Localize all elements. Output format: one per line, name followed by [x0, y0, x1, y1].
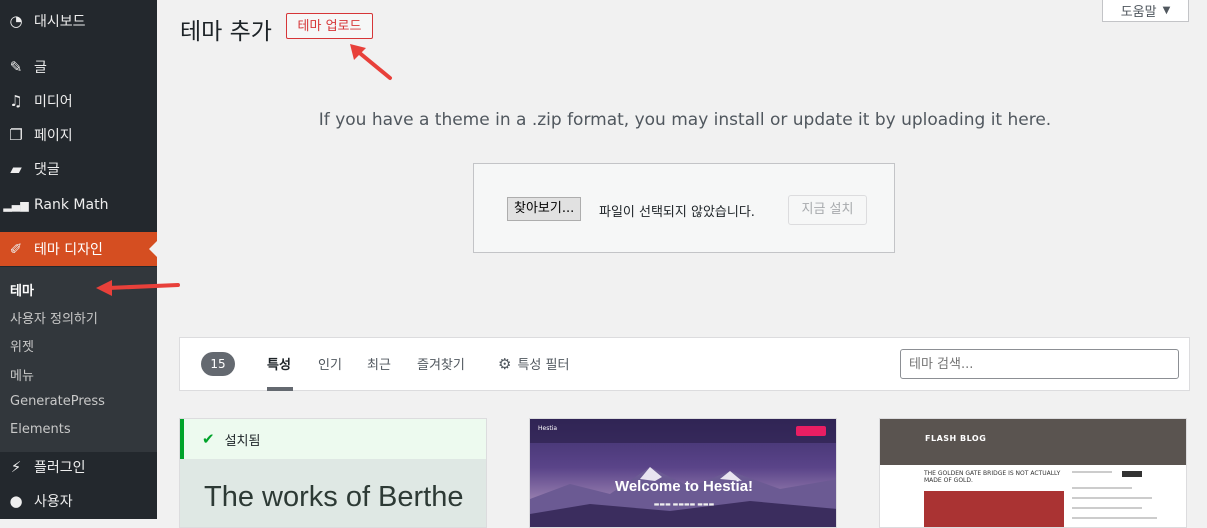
sidebar-item-pages[interactable]: ❐ 페이지: [0, 118, 157, 152]
submenu-item-menus[interactable]: 메뉴: [10, 365, 34, 384]
sidebar-item-dashboard[interactable]: ◔ 대시보드: [0, 4, 157, 38]
sidebar-item-label: 미디어: [34, 94, 73, 110]
theme-preview-text: FLASH BLOG: [925, 434, 987, 443]
installed-label: 설치됨: [224, 433, 261, 449]
comments-icon: ▰: [10, 160, 22, 178]
preview-subtitle: ▬▬▬ ▬▬▬▬ ▬▬▬: [653, 501, 715, 508]
sidebar-item-label: Rank Math: [34, 197, 109, 213]
sidebar-item-media[interactable]: ♫ 미디어: [0, 84, 157, 118]
theme-preview-text: Welcome to Hestia!: [614, 478, 754, 495]
help-button-label: 도움말: [1120, 5, 1157, 20]
pages-icon: ❐: [9, 126, 23, 144]
annotation-arrow-icon: [350, 44, 392, 80]
sidebar-item-label: 페이지: [34, 128, 73, 144]
sidebar-item-label: 댓글: [34, 162, 60, 178]
sidebar-item-label: 글: [34, 60, 47, 76]
brush-icon: ✐: [9, 240, 23, 258]
preview-nav-bar: Hestia: [530, 419, 836, 443]
file-status-text: 파일이 선택되지 않았습니다.: [599, 205, 755, 220]
preview-header: FLASH BLOG: [880, 419, 1186, 465]
theme-count-badge: 15: [201, 352, 235, 376]
gear-icon: ⚙: [498, 354, 512, 373]
theme-filter-bar: 15 특성 인기 최근 즐겨찾기 ⚙ 특성 필터: [179, 337, 1190, 391]
preview-cta-button: [796, 426, 826, 436]
tab-featured[interactable]: 특성: [267, 354, 291, 373]
submenu-item-generatepress[interactable]: GeneratePress: [10, 394, 105, 409]
theme-preview-text: The works of Berthe: [204, 481, 464, 513]
submenu-item-themes[interactable]: 테마: [10, 280, 34, 299]
sidebar-item-appearance[interactable]: ✐ 테마 디자인: [0, 232, 157, 266]
sidebar-item-users[interactable]: ● 사용자: [0, 484, 157, 518]
submenu-item-customize[interactable]: 사용자 정의하기: [10, 308, 98, 327]
tab-favorites[interactable]: 즐겨찾기: [417, 354, 465, 373]
caret-down-icon: ▼: [1162, 5, 1171, 16]
browse-file-button[interactable]: 찾아보기...: [507, 197, 582, 221]
pin-icon: ✎: [9, 58, 23, 76]
theme-card-installed[interactable]: ✔ 설치됨 The works of Berthe: [179, 418, 487, 528]
installed-notice: ✔ 설치됨: [180, 419, 486, 459]
sidebar-item-label: 테마 디자인: [34, 242, 103, 258]
upload-instruction: If you have a theme in a .zip format, yo…: [318, 110, 1052, 130]
tab-popular[interactable]: 인기: [318, 354, 342, 373]
plugin-icon: ⚡: [10, 458, 22, 476]
media-icon: ♫: [9, 92, 23, 110]
sidebar-item-plugins[interactable]: ⚡ 플러그인: [0, 450, 157, 484]
page-title: 테마 추가: [180, 19, 272, 45]
submenu-item-widgets[interactable]: 위젯: [10, 336, 34, 355]
active-tab-indicator: [267, 387, 293, 391]
preview-sidebar: [1072, 471, 1172, 521]
submenu-item-elements[interactable]: Elements: [10, 422, 71, 437]
sidebar-item-label: 사용자: [34, 494, 73, 510]
sidebar-item-rankmath[interactable]: ▂▄▆ Rank Math: [0, 188, 157, 222]
feature-filter-label: 특성 필터: [517, 358, 570, 373]
preview-post-title: THE GOLDEN GATE BRIDGE IS NOT ACTUALLY M…: [924, 470, 1061, 484]
admin-sidebar: ◔ 대시보드 ✎ 글 ♫ 미디어 ❐ 페이지 ▰ 댓글 ▂▄▆ Rank Mat…: [0, 0, 157, 519]
rankmath-icon: ▂▄▆: [3, 198, 29, 212]
user-icon: ●: [9, 492, 23, 510]
preview-logo: Hestia: [538, 425, 558, 432]
preview-post-image: [924, 491, 1064, 527]
tab-latest[interactable]: 최근: [367, 354, 391, 373]
upload-theme-button[interactable]: 테마 업로드: [286, 13, 373, 39]
theme-card-hestia[interactable]: Hestia Welcome to Hestia! ▬▬▬ ▬▬▬▬ ▬▬▬: [529, 418, 837, 528]
theme-card-flash-blog[interactable]: FLASH BLOG THE GOLDEN GATE BRIDGE IS NOT…: [879, 418, 1187, 528]
sidebar-item-posts[interactable]: ✎ 글: [0, 50, 157, 84]
help-button[interactable]: 도움말 ▼: [1102, 0, 1189, 22]
upload-form: 찾아보기... 파일이 선택되지 않았습니다. 지금 설치: [473, 163, 895, 253]
theme-search-input[interactable]: [900, 349, 1179, 379]
sidebar-item-label: 대시보드: [34, 14, 86, 30]
install-now-button[interactable]: 지금 설치: [788, 195, 867, 225]
sidebar-item-label: 플러그인: [34, 460, 86, 476]
dashboard-icon: ◔: [9, 12, 23, 30]
sidebar-item-comments[interactable]: ▰ 댓글: [0, 152, 157, 186]
check-icon: ✔: [202, 430, 215, 448]
feature-filter-button[interactable]: ⚙ 특성 필터: [498, 354, 570, 374]
